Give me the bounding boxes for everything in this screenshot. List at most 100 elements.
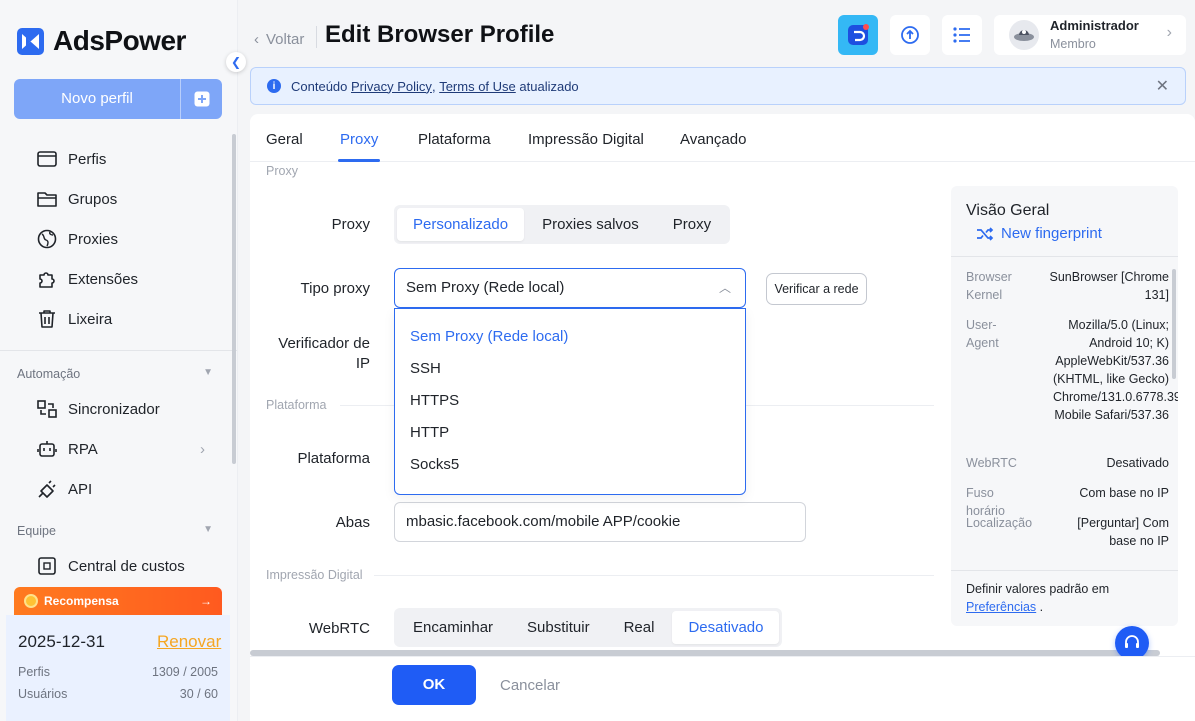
overview-value: SunBrowser [Chrome 131] (1049, 270, 1170, 302)
proxy-mode-saved[interactable]: Proxies salvos (526, 208, 655, 241)
sidebar-item-label: RPA (68, 440, 98, 458)
main-area: ‹ Voltar Edit Browser Profile Administrad… (250, 0, 1195, 721)
overview-value: Desativado (1106, 456, 1169, 470)
back-label: Voltar (266, 31, 305, 48)
sync-icon (37, 400, 57, 418)
dropdown-option-no-proxy[interactable]: Sem Proxy (Rede local) (395, 321, 745, 353)
team-section-header[interactable]: Equipe ▼ (17, 524, 213, 538)
tab-fingerprint[interactable]: Impressão Digital (528, 131, 644, 148)
proxy-mode-custom[interactable]: Personalizado (397, 208, 525, 241)
back-button[interactable]: ‹ Voltar (254, 31, 304, 48)
caret-down-icon: ▼ (203, 367, 213, 378)
proxy-type-dropdown: Sem Proxy (Rede local) SSH HTTPS HTTP So… (394, 308, 746, 495)
sidebar-item-rpa[interactable]: RPA › (36, 438, 205, 460)
dropdown-option-ssh[interactable]: SSH (395, 353, 745, 385)
webrtc-label: WebRTC (308, 620, 370, 637)
cancel-button[interactable]: Cancelar (500, 677, 560, 694)
overview-key: Localização (966, 516, 1033, 530)
collapse-sidebar-button[interactable]: ❮ (226, 52, 246, 72)
sidebar-item-proxies[interactable]: Proxies (36, 228, 118, 250)
user-name: Administrador (1050, 18, 1139, 33)
new-fingerprint-label: New fingerprint (1001, 225, 1102, 242)
overview-key: Browser Kernel (966, 270, 1012, 302)
section-proxy-title: Proxy (266, 164, 298, 178)
check-network-button[interactable]: Verificar a rede (766, 273, 867, 305)
cost-icon (38, 557, 56, 575)
webrtc-forward[interactable]: Encaminhar (397, 611, 509, 644)
tabs-label: Abas (335, 514, 370, 531)
tab-platform[interactable]: Plataforma (418, 131, 491, 148)
automation-section-header[interactable]: Automação ▼ (17, 367, 213, 381)
user-role: Membro (1050, 37, 1096, 51)
sidebar-scrollbar[interactable] (232, 134, 236, 464)
new-profile-button[interactable]: Novo perfil (14, 79, 222, 119)
brand-name: AdsPower (53, 25, 186, 56)
users-count-value: 30 / 60 (179, 687, 218, 701)
ip-checker-label-line2: IP (355, 355, 370, 372)
dropdown-option-socks5[interactable]: Socks5 (395, 449, 745, 481)
plan-expiry-date: 2025-12-31 (18, 632, 105, 651)
webrtc-disabled[interactable]: Desativado (672, 611, 780, 644)
webrtc-segmented: Encaminhar Substituir Real Desativado (394, 608, 783, 647)
terms-of-use-link[interactable]: Terms of Use (439, 79, 516, 94)
proxy-mode-proxy[interactable]: Proxy (657, 208, 727, 241)
overview-footer: Definir valores padrão em Preferências . (966, 580, 1166, 616)
overview-scrollbar[interactable] (1172, 269, 1176, 379)
overview-footer-end: . (1039, 600, 1044, 614)
reward-banner[interactable]: Recompensa → (14, 587, 222, 615)
sidebar: AdsPower Novo perfil Perfis Grupos Proxi… (0, 0, 238, 721)
overview-divider (951, 570, 1178, 571)
support-chat-button[interactable] (1115, 626, 1149, 660)
sync-button[interactable] (890, 15, 930, 55)
batch-add-icon[interactable] (180, 79, 222, 119)
info-icon: i (267, 79, 281, 93)
section-platform-title: Plataforma (266, 398, 327, 412)
sidebar-item-cost-center[interactable]: Central de custos (36, 555, 185, 577)
team-title: Equipe (17, 524, 56, 538)
task-list-button[interactable] (942, 15, 982, 55)
tab-proxy[interactable]: Proxy (340, 131, 378, 148)
sidebar-item-label: Lixeira (68, 310, 113, 328)
sidebar-item-label: Grupos (68, 190, 118, 208)
sidebar-divider (0, 350, 237, 351)
sidebar-item-synchronizer[interactable]: Sincronizador (36, 398, 160, 420)
banner-suffix: atualizado (519, 78, 579, 94)
renew-link[interactable]: Renovar (157, 632, 221, 652)
sidebar-item-extensions[interactable]: Extensões (36, 268, 138, 290)
sidebar-item-label: API (68, 480, 93, 498)
webrtc-replace[interactable]: Substituir (511, 611, 606, 644)
overview-value: Com base no IP (1079, 486, 1169, 500)
active-tab-indicator (338, 159, 380, 162)
sidebar-item-trash[interactable]: Lixeira (36, 308, 112, 330)
sidebar-item-groups[interactable]: Grupos (36, 188, 117, 210)
dropdown-option-https[interactable]: HTTPS (395, 385, 745, 417)
tab-advanced[interactable]: Avançado (680, 131, 746, 148)
sidebar-item-profiles[interactable]: Perfis (36, 148, 106, 170)
proxy-type-label: Tipo proxy (300, 280, 370, 297)
proxy-type-select[interactable]: Sem Proxy (Rede local) ︿ (394, 268, 746, 308)
globe-icon (37, 229, 57, 249)
new-fingerprint-button[interactable]: New fingerprint (976, 225, 1102, 242)
page-title: Edit Browser Profile (325, 21, 555, 48)
dropdown-option-http[interactable]: HTTP (395, 417, 745, 449)
proxy-type-value: Sem Proxy (Rede local) (406, 279, 565, 296)
chevron-right-icon: › (1166, 24, 1172, 41)
sidebar-item-label: Proxies (68, 230, 119, 248)
coin-icon (24, 594, 38, 608)
new-profile-label: Novo perfil (61, 90, 133, 107)
preferences-link[interactable]: Preferências (966, 600, 1036, 614)
plan-card: 2025-12-31 Renovar Perfis 1309 / 2005 Us… (6, 615, 230, 721)
tabs-input[interactable]: mbasic.facebook.com/mobile APP/cookie (394, 502, 806, 542)
sidebar-item-label: Extensões (68, 270, 139, 288)
ok-button[interactable]: OK (392, 665, 476, 705)
adspower-logo-icon (17, 27, 44, 55)
tab-general[interactable]: Geral (266, 131, 303, 148)
user-menu[interactable]: Administrador Membro › (994, 15, 1186, 55)
notification-button[interactable] (838, 15, 878, 55)
webrtc-real[interactable]: Real (608, 611, 671, 644)
privacy-policy-link[interactable]: Privacy Policy (351, 79, 432, 94)
info-banner: i Conteúdo Privacy Policy, Terms of Use … (250, 67, 1186, 105)
avatar (1009, 20, 1039, 50)
close-icon[interactable]: ✕ (1156, 76, 1169, 96)
sidebar-item-api[interactable]: API (36, 478, 92, 500)
